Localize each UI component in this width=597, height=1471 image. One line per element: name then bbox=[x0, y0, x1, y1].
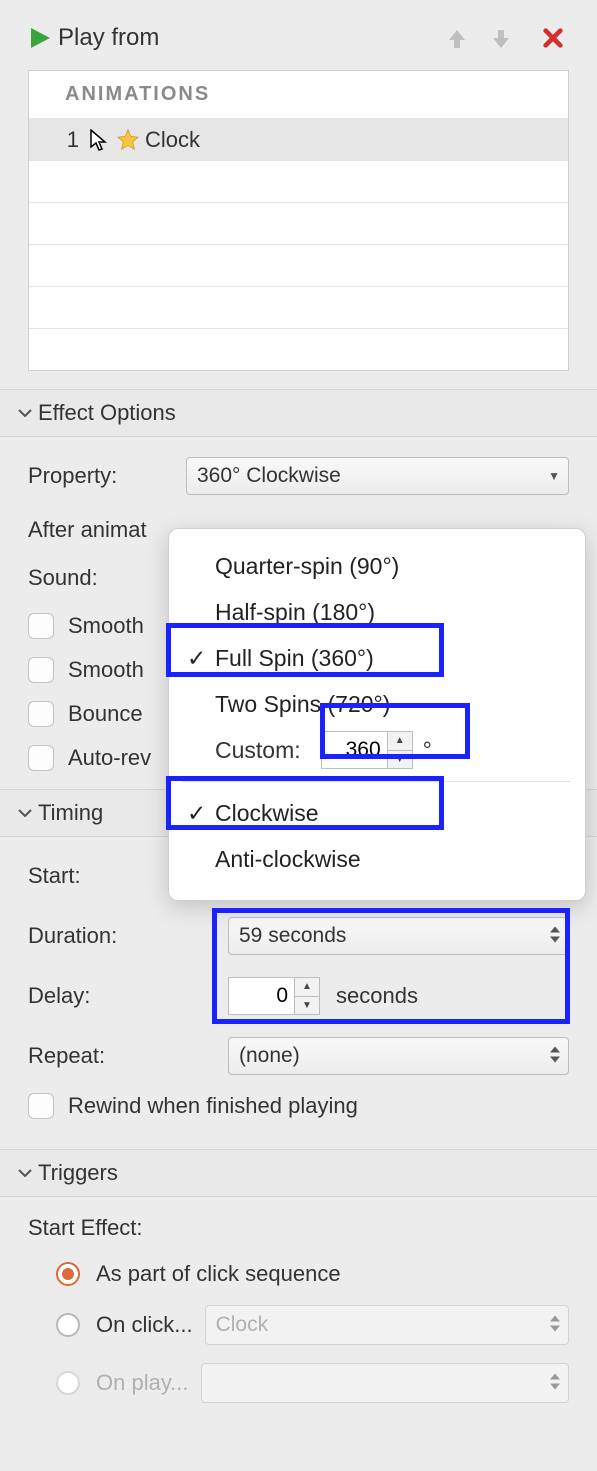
chevron-down-icon bbox=[12, 405, 38, 421]
custom-degrees-input[interactable] bbox=[321, 731, 387, 769]
chevron-down-icon bbox=[12, 805, 38, 821]
spinner-buttons[interactable]: ▲▼ bbox=[387, 731, 413, 769]
checkbox[interactable] bbox=[28, 613, 54, 639]
animation-row-empty bbox=[29, 202, 568, 244]
stepper-icon bbox=[550, 1316, 560, 1335]
checkbox[interactable] bbox=[28, 1093, 54, 1119]
stepper-icon bbox=[550, 1047, 560, 1066]
popup-item-two-spins[interactable]: Two Spins (720°) bbox=[169, 681, 585, 727]
popup-item-full-spin[interactable]: ✓ Full Spin (360°) bbox=[169, 635, 585, 681]
radio-button[interactable] bbox=[56, 1313, 80, 1337]
play-from-label[interactable]: Play from bbox=[58, 24, 159, 52]
delay-unit: seconds bbox=[336, 983, 418, 1009]
remove-animation-button[interactable] bbox=[537, 22, 569, 54]
radio-button bbox=[56, 1371, 80, 1395]
animation-row-empty bbox=[29, 286, 568, 328]
trigger-on-play-of: On play... bbox=[56, 1363, 569, 1403]
animation-row[interactable]: 1 Clock bbox=[29, 118, 568, 160]
check-icon: ✓ bbox=[187, 645, 215, 672]
play-toolbar: Play from bbox=[0, 0, 597, 66]
property-combo[interactable]: 360° Clockwise ▼ bbox=[186, 457, 569, 495]
move-up-button bbox=[441, 22, 473, 54]
checkbox[interactable] bbox=[28, 701, 54, 727]
animations-header: ANIMATIONS bbox=[29, 71, 568, 118]
radio-button[interactable] bbox=[56, 1262, 80, 1286]
checkbox[interactable] bbox=[28, 745, 54, 771]
custom-degrees-spinner[interactable]: ▲▼ bbox=[321, 731, 413, 769]
spinner-buttons[interactable]: ▲▼ bbox=[294, 977, 320, 1015]
animation-row-empty bbox=[29, 244, 568, 286]
move-down-button bbox=[485, 22, 517, 54]
effect-options-header[interactable]: Effect Options bbox=[0, 389, 597, 437]
duration-combo[interactable]: 59 seconds bbox=[228, 917, 569, 955]
trigger-on-click-of[interactable]: On click... Clock bbox=[56, 1305, 569, 1345]
delay-label: Delay: bbox=[28, 983, 228, 1009]
checkbox[interactable] bbox=[28, 657, 54, 683]
popup-item-custom[interactable]: Custom: ▲▼ ° bbox=[169, 727, 585, 773]
check-icon: ✓ bbox=[187, 800, 215, 827]
animation-name: Clock bbox=[145, 127, 200, 153]
trigger-click-sequence[interactable]: As part of click sequence bbox=[56, 1261, 569, 1287]
popup-item-anticlockwise[interactable]: Anti-clockwise bbox=[169, 836, 585, 882]
animation-row-empty bbox=[29, 160, 568, 202]
repeat-combo[interactable]: (none) bbox=[228, 1037, 569, 1075]
animation-index: 1 bbox=[45, 127, 85, 153]
popup-item-quarter-spin[interactable]: Quarter-spin (90°) bbox=[169, 543, 585, 589]
animations-list: ANIMATIONS 1 Clock bbox=[28, 70, 569, 371]
sound-label: Sound: bbox=[28, 565, 186, 591]
repeat-label: Repeat: bbox=[28, 1043, 228, 1069]
on-click-target-combo: Clock bbox=[205, 1305, 569, 1345]
popup-item-half-spin[interactable]: Half-spin (180°) bbox=[169, 589, 585, 635]
delay-input[interactable] bbox=[228, 977, 294, 1015]
stepper-icon bbox=[550, 1374, 560, 1393]
property-popup: Quarter-spin (90°) Half-spin (180°) ✓ Fu… bbox=[168, 528, 586, 901]
triggers-body: Start Effect: As part of click sequence … bbox=[0, 1197, 597, 1403]
property-label: Property: bbox=[28, 463, 186, 489]
stepper-icon bbox=[550, 927, 560, 946]
chevron-down-icon bbox=[12, 1165, 38, 1181]
play-icon[interactable] bbox=[28, 26, 52, 50]
duration-label: Duration: bbox=[28, 923, 228, 949]
animation-row-empty bbox=[29, 328, 568, 370]
emphasis-icon bbox=[111, 129, 145, 151]
popup-separator bbox=[183, 781, 571, 782]
on-play-target-combo bbox=[201, 1363, 569, 1403]
delay-spinner[interactable]: ▲▼ bbox=[228, 977, 320, 1015]
rewind-row[interactable]: Rewind when finished playing bbox=[28, 1093, 569, 1119]
popup-item-clockwise[interactable]: ✓ Clockwise bbox=[169, 790, 585, 836]
after-animation-label: After animat bbox=[28, 517, 186, 543]
triggers-header[interactable]: Triggers bbox=[0, 1149, 597, 1197]
start-effect-label: Start Effect: bbox=[28, 1215, 569, 1241]
onclick-icon bbox=[85, 129, 111, 151]
dropdown-arrow-icon: ▼ bbox=[548, 469, 560, 483]
